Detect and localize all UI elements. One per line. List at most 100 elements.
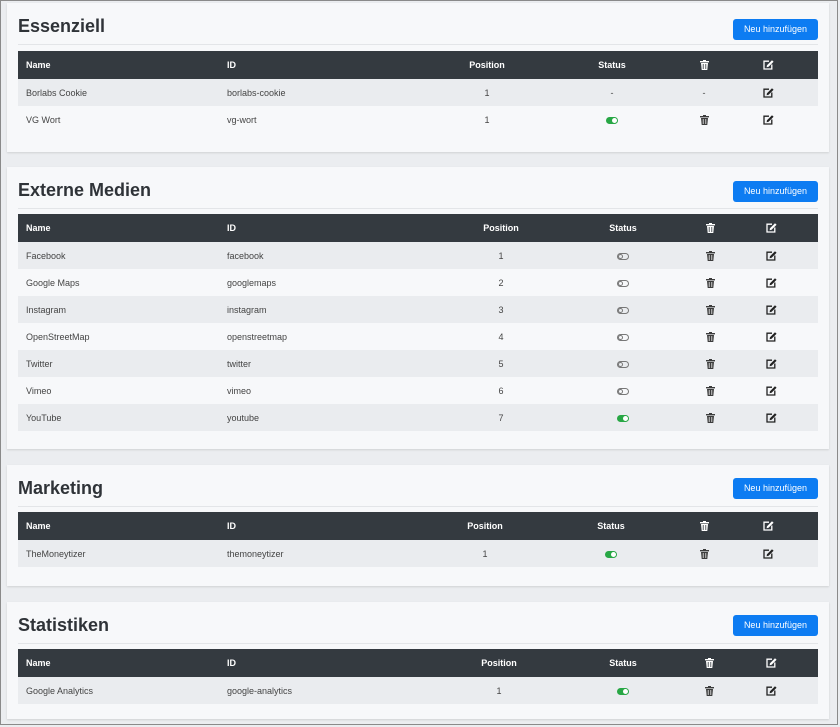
section-marketing: Marketing Neu hinzufügen Name ID Positio… (7, 465, 829, 586)
add-new-button[interactable]: Neu hinzufügen (732, 478, 818, 499)
add-new-button[interactable]: Neu hinzufügen (732, 19, 818, 40)
edit-button[interactable] (725, 242, 818, 269)
status-toggle-off[interactable] (617, 252, 629, 260)
row-id: vimeo (227, 385, 252, 396)
header-id: ID (227, 60, 236, 70)
edit-button[interactable] (725, 323, 818, 350)
section-statistiken: Statistiken Neu hinzufügen Name ID Posit… (7, 602, 829, 719)
row-position: 1 (484, 114, 490, 125)
delete-button[interactable] (695, 350, 725, 377)
edit-button[interactable] (719, 106, 818, 133)
table-row: VG Wort vg-wort 1 (18, 106, 818, 133)
trash-icon (699, 114, 709, 125)
table-header-row: Name ID Position Status (18, 51, 818, 79)
row-position: 3 (498, 304, 504, 315)
status-toggle-on[interactable] (605, 550, 617, 558)
trash-icon (705, 277, 715, 288)
delete-button[interactable] (689, 540, 719, 567)
edit-icon (766, 278, 777, 288)
section-externe-medien: Externe Medien Neu hinzufügen Name ID Po… (7, 167, 829, 449)
header-status: Status (609, 223, 637, 233)
edit-button[interactable] (725, 350, 818, 377)
table-row: Facebook facebook 1 (18, 242, 818, 269)
section-header: Marketing Neu hinzufügen (18, 465, 818, 507)
delete-button[interactable] (695, 242, 725, 269)
status-toggle-on[interactable] (617, 687, 629, 695)
edit-icon (763, 521, 774, 531)
header-position: Position (481, 658, 517, 668)
header-status: Status (597, 521, 625, 531)
row-name: Facebook (26, 250, 66, 261)
trash-icon (705, 412, 715, 423)
header-position: Position (467, 521, 503, 531)
edit-button[interactable] (725, 404, 818, 431)
section-title: Statistiken (18, 615, 110, 635)
edit-button[interactable] (724, 677, 818, 704)
table-header-row: Name ID Position Status (18, 214, 818, 242)
delete-button[interactable] (695, 269, 725, 296)
header-id: ID (227, 223, 236, 233)
row-position: 1 (482, 548, 488, 559)
delete-button[interactable] (695, 323, 725, 350)
row-delete: - (702, 87, 706, 98)
status-toggle-on[interactable] (606, 116, 618, 124)
table-row: Google Maps googlemaps 2 (18, 269, 818, 296)
edit-icon (766, 413, 777, 423)
header-position: Position (483, 223, 519, 233)
trash-icon (699, 548, 709, 559)
status-toggle-on[interactable] (617, 414, 629, 422)
status-toggle-off[interactable] (617, 387, 629, 395)
header-name: Name (26, 60, 51, 70)
section-title: Externe Medien (18, 180, 152, 200)
cookie-table: Name ID Position Status Borlabs Cookie b… (18, 51, 818, 133)
header-name: Name (26, 521, 51, 531)
header-edit-icon (724, 649, 818, 677)
header-status: Status (598, 60, 626, 70)
add-new-button[interactable]: Neu hinzufügen (732, 615, 818, 636)
row-id: googlemaps (227, 277, 277, 288)
section-header: Externe Medien Neu hinzufügen (18, 167, 818, 209)
edit-button[interactable] (725, 296, 818, 323)
status-toggle-off[interactable] (617, 333, 629, 341)
edit-button[interactable] (719, 540, 818, 567)
header-trash-icon (694, 649, 724, 677)
edit-icon (763, 88, 774, 98)
status-toggle-off[interactable] (617, 306, 629, 314)
cookie-table: Name ID Position Status Google Analytics… (18, 649, 818, 704)
edit-button[interactable] (719, 79, 818, 106)
header-edit-icon (725, 214, 818, 242)
edit-icon (763, 60, 774, 70)
row-id: openstreetmap (227, 331, 288, 342)
header-edit-icon (719, 512, 818, 540)
row-position: 1 (496, 685, 502, 696)
edit-button[interactable] (725, 269, 818, 296)
table-row: TheMoneytizer themoneytizer 1 (18, 540, 818, 567)
row-name: VG Wort (26, 114, 61, 125)
edit-icon (766, 223, 777, 233)
edit-button[interactable] (725, 377, 818, 404)
edit-icon (766, 359, 777, 369)
row-name: Twitter (26, 358, 53, 369)
table-header-row: Name ID Position Status (18, 649, 818, 677)
row-name: OpenStreetMap (26, 331, 90, 342)
table-row: Google Analytics google-analytics 1 (18, 677, 818, 704)
section-essenziell: Essenziell Neu hinzufügen Name ID Positi… (7, 3, 829, 152)
row-position: 1 (484, 87, 490, 98)
delete-button[interactable] (695, 377, 725, 404)
status-toggle-off[interactable] (617, 360, 629, 368)
trash-icon (705, 250, 715, 261)
header-trash-icon (689, 51, 719, 79)
edit-icon (766, 251, 777, 261)
header-id: ID (227, 658, 236, 668)
delete-button[interactable] (694, 677, 724, 704)
edit-icon (766, 332, 777, 342)
status-toggle-off[interactable] (617, 279, 629, 287)
delete-button[interactable] (695, 404, 725, 431)
trash-icon (705, 385, 715, 396)
delete-button[interactable] (695, 296, 725, 323)
edit-icon (763, 115, 774, 125)
add-new-button[interactable]: Neu hinzufügen (732, 181, 818, 202)
row-position: 2 (498, 277, 504, 288)
delete-button[interactable] (689, 106, 719, 133)
edit-icon (765, 686, 777, 696)
